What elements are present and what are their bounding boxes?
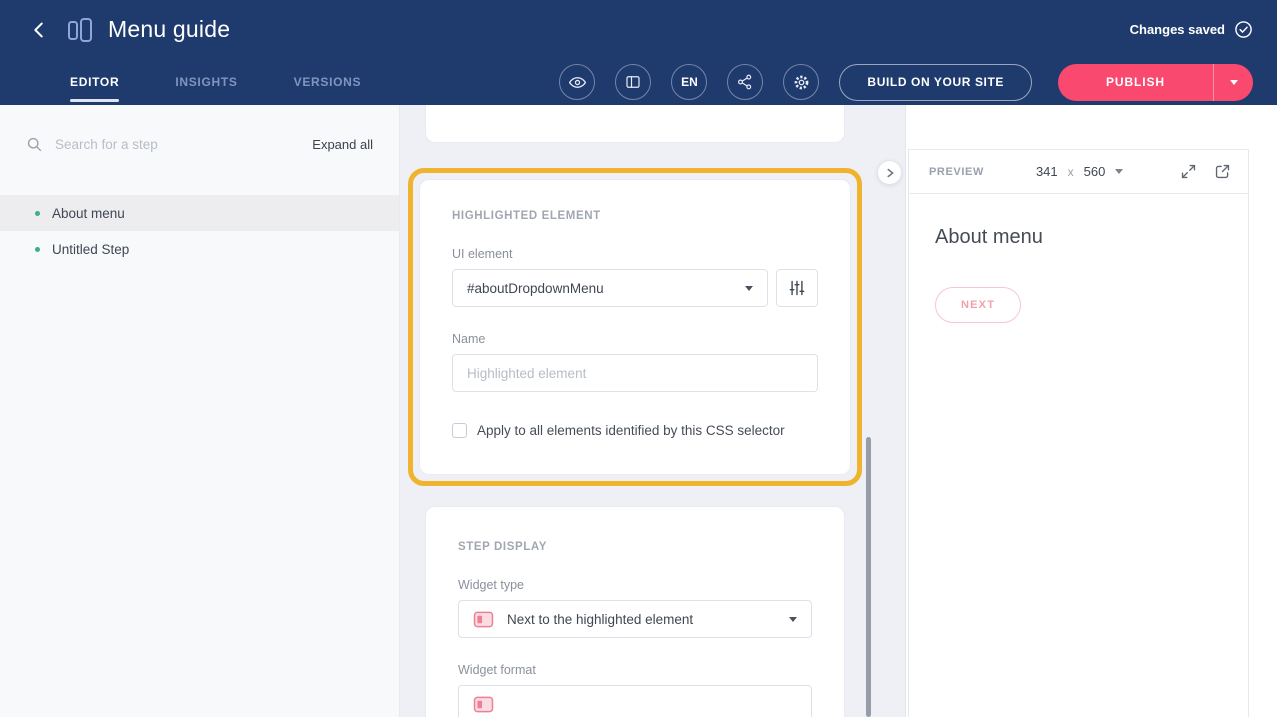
preview-frame: PREVIEW 341 x 560 — [908, 149, 1249, 717]
widget-format-label: Widget format — [458, 663, 812, 677]
step-status-dot — [35, 211, 40, 216]
chevron-down-icon — [1115, 169, 1123, 174]
element-picker-button[interactable] — [776, 269, 818, 307]
preview-width: 341 — [1036, 164, 1058, 179]
section-title-highlighted-element: HIGHLIGHTED ELEMENT — [452, 210, 818, 222]
check-circle-icon — [1234, 20, 1253, 39]
ui-element-select[interactable]: #aboutDropdownMenu — [452, 269, 768, 307]
ui-element-row: #aboutDropdownMenu — [452, 269, 818, 307]
chevron-down-icon — [1230, 80, 1238, 85]
preview-step-title: About menu — [935, 226, 1222, 249]
page-title: Menu guide — [108, 16, 230, 43]
share-icon — [736, 73, 754, 91]
step-label: About menu — [52, 206, 125, 221]
open-external-button[interactable] — [1212, 161, 1233, 182]
steps-sidebar: Expand all About menu Untitled Step — [0, 105, 400, 717]
widget-type-label: Widget type — [458, 578, 812, 592]
editor-pane: HIGHLIGHTED ELEMENT UI element #aboutDro… — [400, 105, 905, 717]
header-title-row: Menu guide Changes saved — [0, 0, 1277, 59]
preview-eye-button[interactable] — [559, 64, 595, 100]
expand-preview-button[interactable] — [1178, 161, 1199, 182]
widget-type-value: Next to the highlighted element — [507, 612, 693, 627]
layout-button[interactable] — [615, 64, 651, 100]
language-label: EN — [681, 75, 698, 89]
chevron-right-icon — [883, 166, 897, 180]
tab-editor[interactable]: EDITOR — [70, 59, 119, 105]
eye-icon — [568, 73, 587, 92]
language-button[interactable]: EN — [671, 64, 707, 100]
highlight-ring: HIGHLIGHTED ELEMENT UI element #aboutDro… — [408, 168, 862, 486]
step-display-card: STEP DISPLAY Widget type Next to the hig… — [425, 506, 845, 717]
publish-button[interactable]: PUBLISH — [1058, 64, 1213, 101]
step-search-row: Expand all — [0, 105, 399, 155]
step-item-untitled-step[interactable]: Untitled Step — [0, 231, 399, 267]
name-label: Name — [452, 332, 818, 346]
apply-all-checkbox-row[interactable]: Apply to all elements identified by this… — [452, 423, 818, 438]
highlighted-element-card: HIGHLIGHTED ELEMENT UI element #aboutDro… — [419, 179, 851, 475]
widget-type-icon — [473, 611, 494, 628]
preview-header-actions — [1178, 161, 1233, 182]
preview-size-select[interactable]: 341 x 560 — [1036, 164, 1123, 179]
app-window: Menu guide Changes saved EDITOR INSIGHTS… — [0, 0, 1277, 717]
step-status-dot — [35, 247, 40, 252]
editor-column: HIGHLIGHTED ELEMENT UI element #aboutDro… — [425, 105, 845, 717]
preview-content: About menu NEXT — [909, 194, 1248, 355]
preview-title: PREVIEW — [929, 166, 984, 178]
header-tabs-row: EDITOR INSIGHTS VERSIONS EN BUILD ON Y — [0, 59, 1277, 105]
main-body: Expand all About menu Untitled Step — [0, 105, 1277, 717]
section-title-step-display: STEP DISPLAY — [458, 541, 812, 553]
chevron-down-icon — [745, 286, 753, 291]
preview-next-button[interactable]: NEXT — [935, 287, 1021, 323]
chevron-left-icon — [28, 19, 50, 41]
previous-card-partial — [425, 105, 845, 143]
tab-insights[interactable]: INSIGHTS — [175, 59, 237, 105]
chevron-down-icon — [789, 617, 797, 622]
ui-element-value: #aboutDropdownMenu — [467, 281, 604, 296]
step-search-input[interactable] — [55, 137, 300, 152]
header-actions: EN BUILD ON YOUR SITE PUBLISH — [559, 59, 1253, 105]
apply-all-label: Apply to all elements identified by this… — [477, 423, 785, 438]
settings-button[interactable] — [783, 64, 819, 100]
app-logo-icon — [66, 16, 94, 44]
app-header: Menu guide Changes saved EDITOR INSIGHTS… — [0, 0, 1277, 105]
tab-insights-label: INSIGHTS — [175, 75, 237, 89]
changes-saved-status: Changes saved — [1130, 20, 1253, 39]
preview-panel: PREVIEW 341 x 560 — [905, 105, 1277, 717]
tab-versions[interactable]: VERSIONS — [294, 59, 362, 105]
editor-scrollbar[interactable] — [866, 437, 871, 717]
tab-versions-label: VERSIONS — [294, 75, 362, 89]
widget-format-select[interactable] — [458, 685, 812, 717]
sliders-icon — [788, 279, 806, 297]
preview-height: 560 — [1084, 164, 1106, 179]
back-button[interactable] — [24, 15, 54, 45]
build-on-your-site-button[interactable]: BUILD ON YOUR SITE — [839, 64, 1032, 101]
step-item-about-menu[interactable]: About menu — [0, 195, 399, 231]
step-label: Untitled Step — [52, 242, 129, 257]
preview-size-separator: x — [1068, 165, 1074, 179]
apply-all-checkbox[interactable] — [452, 423, 467, 438]
widget-format-icon — [473, 696, 494, 713]
changes-saved-label: Changes saved — [1130, 22, 1225, 37]
gear-icon — [792, 73, 811, 92]
diagonal-arrows-icon — [1180, 163, 1197, 180]
widget-type-select[interactable]: Next to the highlighted element — [458, 600, 812, 638]
tab-editor-label: EDITOR — [70, 75, 119, 89]
collapse-preview-button[interactable] — [877, 160, 902, 185]
ui-element-label: UI element — [452, 247, 818, 261]
external-link-icon — [1214, 163, 1231, 180]
search-icon — [26, 136, 43, 153]
element-name-input[interactable] — [452, 354, 818, 392]
share-button[interactable] — [727, 64, 763, 100]
editor-tabs: EDITOR INSIGHTS VERSIONS — [70, 59, 361, 105]
expand-all-button[interactable]: Expand all — [312, 137, 373, 152]
window-layout-icon — [624, 73, 642, 91]
preview-header: PREVIEW 341 x 560 — [909, 150, 1248, 194]
publish-dropdown-button[interactable] — [1213, 64, 1253, 101]
step-list: About menu Untitled Step — [0, 195, 399, 267]
publish-button-group: PUBLISH — [1058, 64, 1253, 101]
